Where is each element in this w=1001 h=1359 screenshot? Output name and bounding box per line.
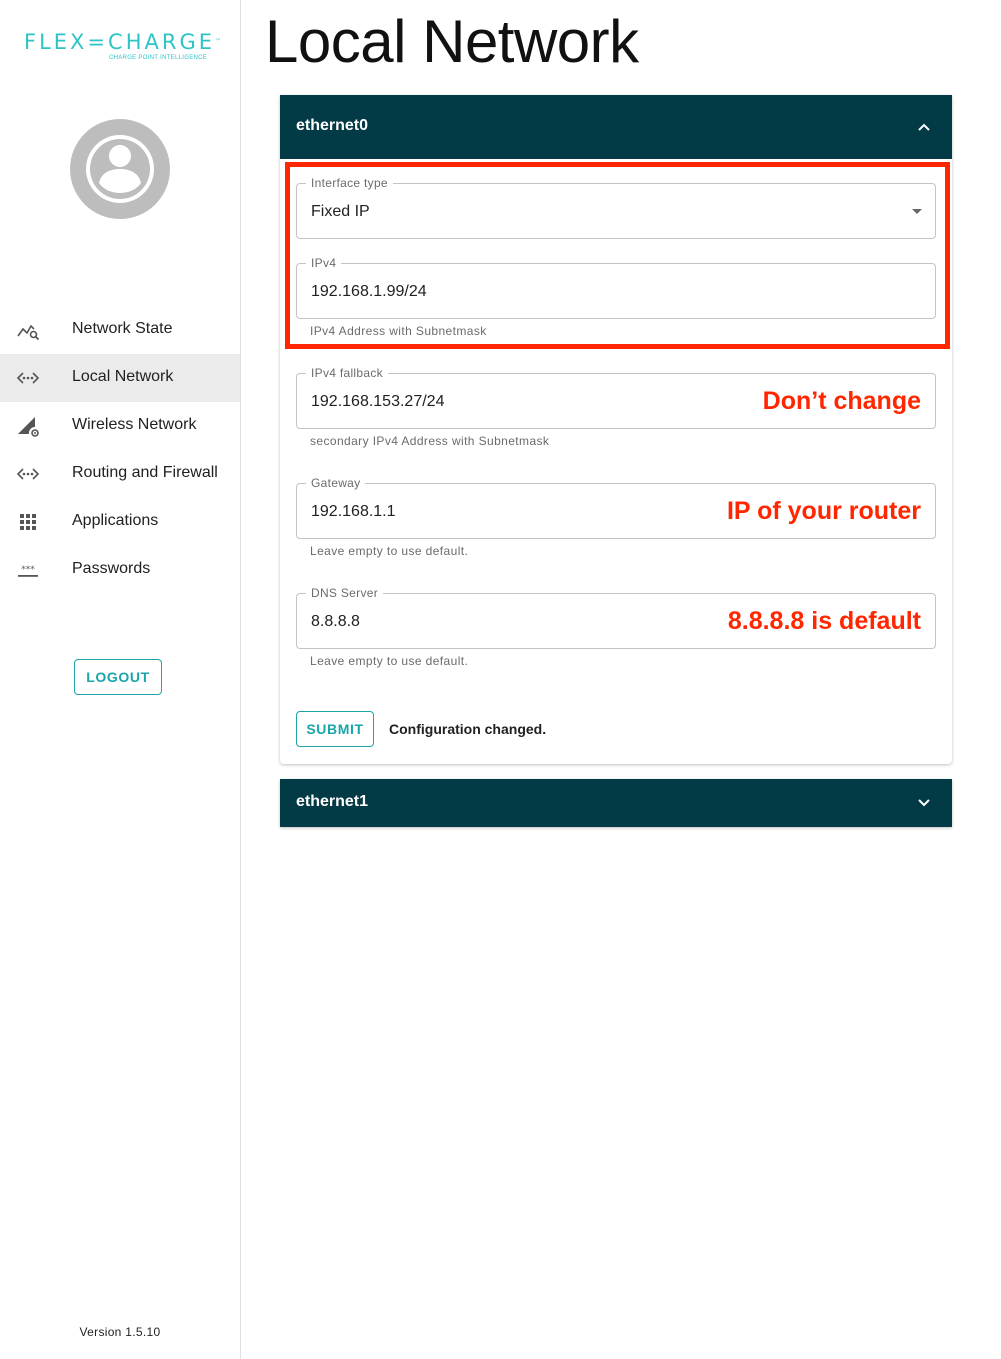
field-value: 8.8.8.8: [311, 613, 360, 630]
logout-button[interactable]: LOGOUT: [74, 659, 162, 695]
sidebar-item-label: Passwords: [72, 560, 151, 577]
logo-text: FLEX=CHARGE: [24, 30, 215, 54]
avatar-icon: [70, 119, 170, 219]
gateway-helper-text: Leave empty to use default.: [310, 544, 469, 558]
ipv4-fallback-helper-text: secondary IPv4 Address with Subnetmask: [310, 434, 550, 448]
interface-name: ethernet0: [296, 117, 369, 134]
network-state-icon: [17, 324, 40, 341]
logo-tagline: CHARGE POINT INTELLIGENCE: [109, 55, 208, 61]
apps-grid-icon: [20, 514, 36, 530]
submit-button[interactable]: SUBMIT: [296, 711, 374, 747]
chevron-down-icon[interactable]: [916, 795, 932, 811]
sidebar-nav: Network State Local Network Wireless Net…: [0, 306, 240, 594]
ethernet1-header[interactable]: ethernet1: [280, 779, 952, 827]
logo-trademark: ™: [214, 38, 221, 45]
sidebar-item-local-network[interactable]: Local Network: [0, 354, 240, 402]
wireless-network-icon: [18, 417, 39, 437]
sidebar-item-wireless-network[interactable]: Wireless Network: [0, 402, 240, 450]
local-network-icon: [16, 372, 40, 384]
ethernet0-header[interactable]: ethernet0: [280, 95, 952, 159]
annotation-router-ip: IP of your router: [726, 497, 921, 525]
interface-name: ethernet1: [296, 793, 369, 810]
field-value: 192.168.153.27/24: [311, 393, 445, 410]
svg-text:***: ***: [21, 565, 35, 575]
sidebar-item-routing-firewall[interactable]: Routing and Firewall: [0, 450, 240, 498]
sidebar-item-label: Applications: [72, 512, 159, 529]
sidebar-item-label: Wireless Network: [72, 416, 197, 433]
gateway-field[interactable]: Gateway 192.168.1.1 IP of your router: [296, 476, 936, 539]
version-label: Version 1.5.10: [79, 1325, 161, 1339]
sidebar: FLEX=CHARGE™ CHARGE POINT INTELLIGENCE N…: [0, 0, 241, 1359]
chevron-up-icon[interactable]: [916, 119, 932, 135]
password-icon: ***: [18, 565, 38, 577]
page-title: Local Network: [265, 8, 639, 75]
sidebar-item-passwords[interactable]: *** Passwords: [0, 546, 240, 594]
sidebar-item-label: Local Network: [72, 368, 174, 385]
ipv4-fallback-field[interactable]: IPv4 fallback 192.168.153.27/24 Don’t ch…: [296, 366, 936, 429]
field-label: IPv4 fallback: [306, 366, 388, 380]
field-label: Gateway: [306, 476, 366, 490]
sidebar-item-label: Network State: [72, 320, 173, 337]
dns-helper-text: Leave empty to use default.: [310, 654, 469, 668]
sidebar-item-network-state[interactable]: Network State: [0, 306, 240, 354]
field-value: 192.168.1.1: [311, 503, 396, 520]
status-message: Configuration changed.: [389, 721, 547, 737]
ethernet0-panel: ethernet0 Interface type Fixed IP IPv4 1…: [280, 95, 952, 764]
routing-icon: [16, 468, 40, 480]
sidebar-item-applications[interactable]: Applications: [0, 498, 240, 546]
highlight-box: [285, 162, 950, 349]
dns-server-field[interactable]: DNS Server 8.8.8.8 8.8.8.8 is default: [296, 586, 936, 649]
annotation-dns-default: 8.8.8.8 is default: [727, 607, 921, 635]
flexcharge-logo: FLEX=CHARGE™ CHARGE POINT INTELLIGENCE: [24, 30, 224, 70]
field-label: DNS Server: [306, 586, 384, 600]
sidebar-item-label: Routing and Firewall: [72, 464, 218, 481]
annotation-dont-change: Don’t change: [762, 387, 921, 415]
